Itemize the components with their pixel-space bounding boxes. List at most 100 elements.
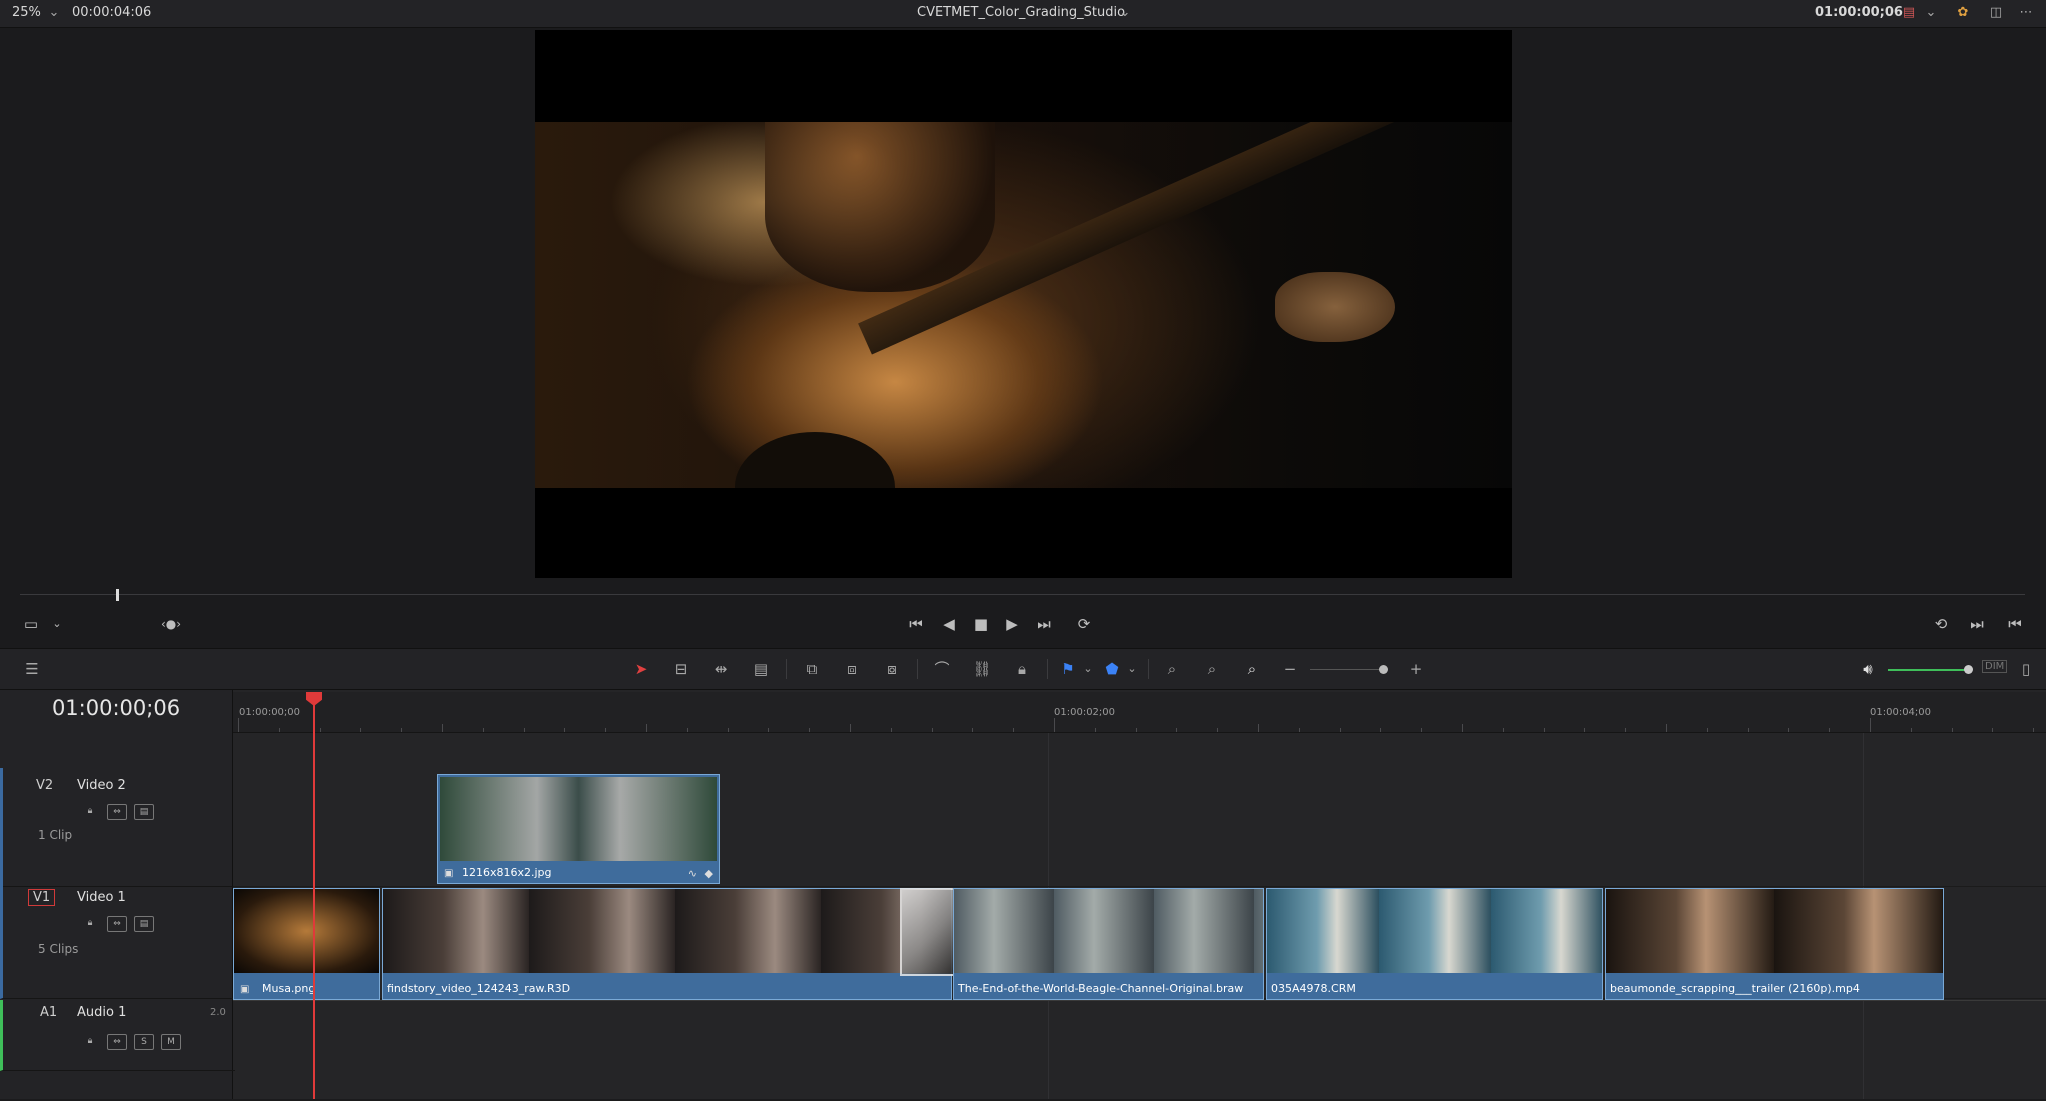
- scrubber-track[interactable]: [20, 594, 2025, 595]
- timeline-view-options-icon[interactable]: ☰: [20, 659, 44, 679]
- auto-select-icon[interactable]: ⇔: [107, 1034, 127, 1050]
- linked-selection-icon[interactable]: ⛓: [970, 659, 994, 679]
- playhead[interactable]: [313, 692, 315, 1099]
- ruler-tick: [850, 724, 851, 732]
- ruler-tick: [1625, 728, 1627, 732]
- track-header-v2[interactable]: V2 Video 2 🔒︎ ⇔ ▤ 1 Clip: [0, 768, 235, 887]
- image-clip-icon: ▣: [240, 984, 250, 995]
- loop-icon[interactable]: ⟳: [1073, 614, 1095, 634]
- chevron-down-icon[interactable]: ⌄: [1076, 659, 1100, 679]
- zoom-custom-icon[interactable]: ⌕: [1240, 659, 1264, 679]
- zoom-in-icon[interactable]: +: [1404, 659, 1428, 679]
- position-lock-icon[interactable]: 🔒︎: [1010, 659, 1034, 679]
- stop-icon[interactable]: ■: [970, 614, 992, 634]
- auto-select-icon[interactable]: ⇔: [107, 916, 127, 932]
- blade-tool-icon[interactable]: ▤: [749, 659, 773, 679]
- insert-clip-icon[interactable]: ⧉: [800, 659, 824, 679]
- chevron-down-icon[interactable]: ⌄: [1116, 4, 1134, 22]
- ruler-tick: [319, 728, 321, 732]
- selection-tool-icon[interactable]: ➤: [629, 659, 653, 679]
- clip-thumbnail: [234, 889, 379, 973]
- clip-count: 1 Clip: [38, 828, 73, 842]
- track-enable-icon[interactable]: ▤: [134, 804, 154, 820]
- go-to-end-icon[interactable]: ⏭: [1033, 614, 1055, 634]
- track-enable-icon[interactable]: ▤: [134, 916, 154, 932]
- viewer-frame: [535, 30, 1512, 578]
- clip-label: Musa.png: [262, 982, 316, 995]
- keyframe-icon[interactable]: ◆: [705, 867, 713, 880]
- go-to-start-icon[interactable]: ⏮: [905, 614, 927, 634]
- ruler-tick: [1339, 728, 1341, 732]
- dim-button[interactable]: DIM: [1982, 660, 2008, 673]
- replace-clip-icon[interactable]: ⧇: [880, 659, 904, 679]
- clip-thumbnail: [954, 889, 1263, 973]
- ruler-tick: [1176, 728, 1178, 732]
- zoom-full-icon[interactable]: ⌕: [1160, 659, 1184, 679]
- zoom-out-icon[interactable]: −: [1278, 659, 1302, 679]
- play-icon[interactable]: ▶: [1001, 614, 1023, 634]
- more-options-icon[interactable]: ⋯: [2017, 4, 2035, 22]
- chevron-down-icon[interactable]: ⌄: [1922, 4, 1940, 22]
- clip-thumbnail: [1606, 889, 1943, 973]
- overwrite-clip-icon[interactable]: ⧈: [840, 659, 864, 679]
- next-clip-icon[interactable]: ⏭: [1966, 614, 1988, 634]
- clip-v1[interactable]: findstory_video_124243_raw.R3D: [382, 888, 952, 1000]
- ruler-tick: [1706, 728, 1708, 732]
- ruler-tick: [1217, 728, 1219, 732]
- prev-clip-icon[interactable]: ⏮: [2004, 614, 2026, 634]
- volume-slider-track[interactable]: [1888, 669, 1968, 671]
- dynamic-trim-icon[interactable]: ⇹: [709, 659, 733, 679]
- image-hand-shape: [1275, 272, 1395, 342]
- ruler-label: 01:00:00;00: [239, 707, 301, 718]
- ruler-tick: [1829, 728, 1831, 732]
- ruler-tick: [401, 728, 403, 732]
- mute-button[interactable]: M: [161, 1034, 181, 1050]
- snapping-icon[interactable]: ⌒: [930, 659, 954, 679]
- lock-icon[interactable]: 🔒︎: [81, 804, 99, 818]
- volume-slider-handle[interactable]: [1964, 665, 1973, 674]
- clip-thumbnail: [440, 777, 717, 861]
- chevron-down-icon[interactable]: ⌄: [45, 4, 63, 22]
- clip-v1[interactable]: ▣ Musa.png: [233, 888, 380, 1000]
- ruler-tick: [482, 728, 484, 732]
- curve-icon[interactable]: ∿: [688, 867, 697, 880]
- split-view-icon[interactable]: ◫: [1987, 4, 2005, 22]
- step-back-icon[interactable]: ◀: [938, 614, 960, 634]
- prev-next-marker-icon[interactable]: ‹●›: [160, 614, 182, 634]
- track-name: Video 1: [77, 890, 126, 905]
- ruler-tick: [1421, 728, 1423, 732]
- color-wheel-icon[interactable]: ✿: [1954, 4, 1972, 22]
- lock-icon[interactable]: 🔒︎: [81, 1034, 99, 1048]
- zoom-detail-icon[interactable]: ⌕: [1200, 659, 1224, 679]
- zoom-slider-track[interactable]: [1310, 669, 1385, 670]
- chevron-down-icon[interactable]: ⌄: [46, 614, 68, 634]
- clip-v1[interactable]: beaumonde_scrapping___trailer (2160p).mp…: [1605, 888, 1944, 1000]
- lock-icon[interactable]: 🔒︎: [81, 916, 99, 930]
- project-title[interactable]: CVETMET_Color_Grading_Studio: [917, 5, 1125, 20]
- track-name: Audio 1: [77, 1005, 127, 1020]
- track-header-a1[interactable]: A1 Audio 1 2.0 🔒︎ ⇔ S M: [0, 1000, 235, 1071]
- ruler-tick: [1870, 718, 1871, 732]
- output-format-icon[interactable]: ▤: [1900, 4, 1918, 22]
- solo-button[interactable]: S: [134, 1034, 154, 1050]
- volume-icon[interactable]: 🔊︎: [1856, 659, 1880, 679]
- zoom-slider-handle[interactable]: [1379, 665, 1388, 674]
- track-header-v1[interactable]: V1 Video 1 🔒︎ ⇔ ▤ 5 Clips: [0, 886, 235, 999]
- clip-v2[interactable]: 1216x816x2.jpg ▣ ∿ ◆: [437, 774, 720, 884]
- scrubber-handle[interactable]: [116, 589, 119, 601]
- timeline-ruler[interactable]: 01:00:00;00 01:00:02;00 01:00:04;00: [233, 692, 2046, 733]
- clip-v1[interactable]: The-End-of-the-World-Beagle-Channel-Orig…: [953, 888, 1264, 1000]
- ruler-tick: [1462, 724, 1463, 732]
- viewer-mode-icon[interactable]: ▭: [20, 614, 42, 634]
- clip-v1[interactable]: 035A4978.CRM: [1266, 888, 1603, 1000]
- clip-label: 1216x816x2.jpg: [462, 866, 552, 879]
- timeline-timecode: 01:00:00;06: [51, 696, 181, 720]
- match-frame-icon[interactable]: ⟲: [1930, 614, 1952, 634]
- ruler-tick: [972, 728, 974, 732]
- ruler-tick: [564, 728, 566, 732]
- zoom-level[interactable]: 25%: [12, 5, 41, 20]
- trim-tool-icon[interactable]: ⊟: [669, 659, 693, 679]
- ruler-tick: [890, 728, 892, 732]
- auto-select-icon[interactable]: ⇔: [107, 804, 127, 820]
- chevron-down-icon[interactable]: ⌄: [1120, 659, 1144, 679]
